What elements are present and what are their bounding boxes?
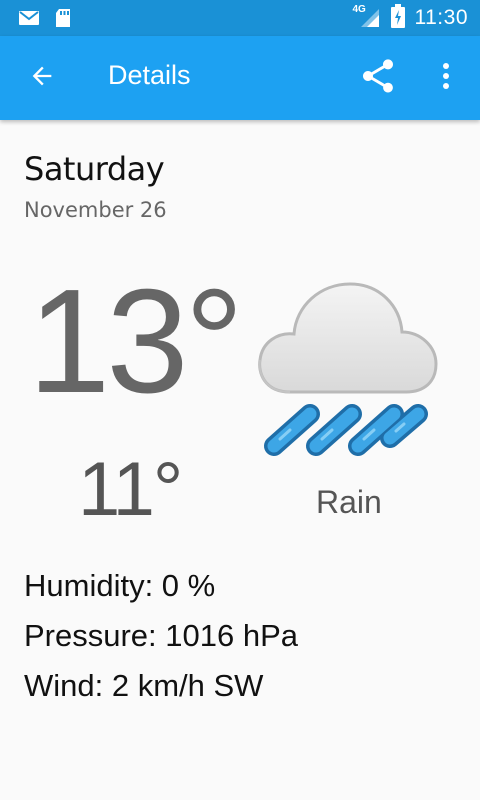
sd-card-icon: [54, 8, 72, 33]
mail-icon: [18, 8, 40, 33]
more-vert-icon: [442, 62, 450, 95]
app-bar: Details: [0, 36, 480, 120]
weather-condition: Rain: [316, 484, 382, 520]
back-button[interactable]: [20, 56, 64, 100]
rain-cloud-icon: [250, 276, 440, 476]
wind-text: Wind: 2 km/h SW: [24, 668, 264, 703]
low-temperature: 11°: [78, 447, 183, 532]
share-button[interactable]: [354, 54, 402, 102]
signal-icon: 4G: [352, 4, 381, 29]
status-bar: 4G 11:30: [0, 0, 480, 36]
system-icons: 4G 11:30: [352, 0, 469, 36]
notification-icons: [18, 8, 72, 33]
high-temperature: 13°: [28, 259, 244, 424]
humidity-text: Humidity: 0 %: [24, 568, 216, 603]
page-title: Details: [108, 60, 191, 90]
arrow-back-icon: [28, 62, 56, 95]
forecast-date: November 26: [24, 198, 167, 222]
overflow-menu-button[interactable]: [426, 54, 466, 102]
network-type-label: 4G: [352, 4, 366, 15]
pressure-text: Pressure: 1016 hPa: [24, 618, 299, 653]
day-name: Saturday: [24, 150, 165, 188]
battery-charging-icon: [390, 3, 405, 33]
share-icon: [358, 56, 398, 101]
status-time: 11:30: [414, 6, 468, 29]
